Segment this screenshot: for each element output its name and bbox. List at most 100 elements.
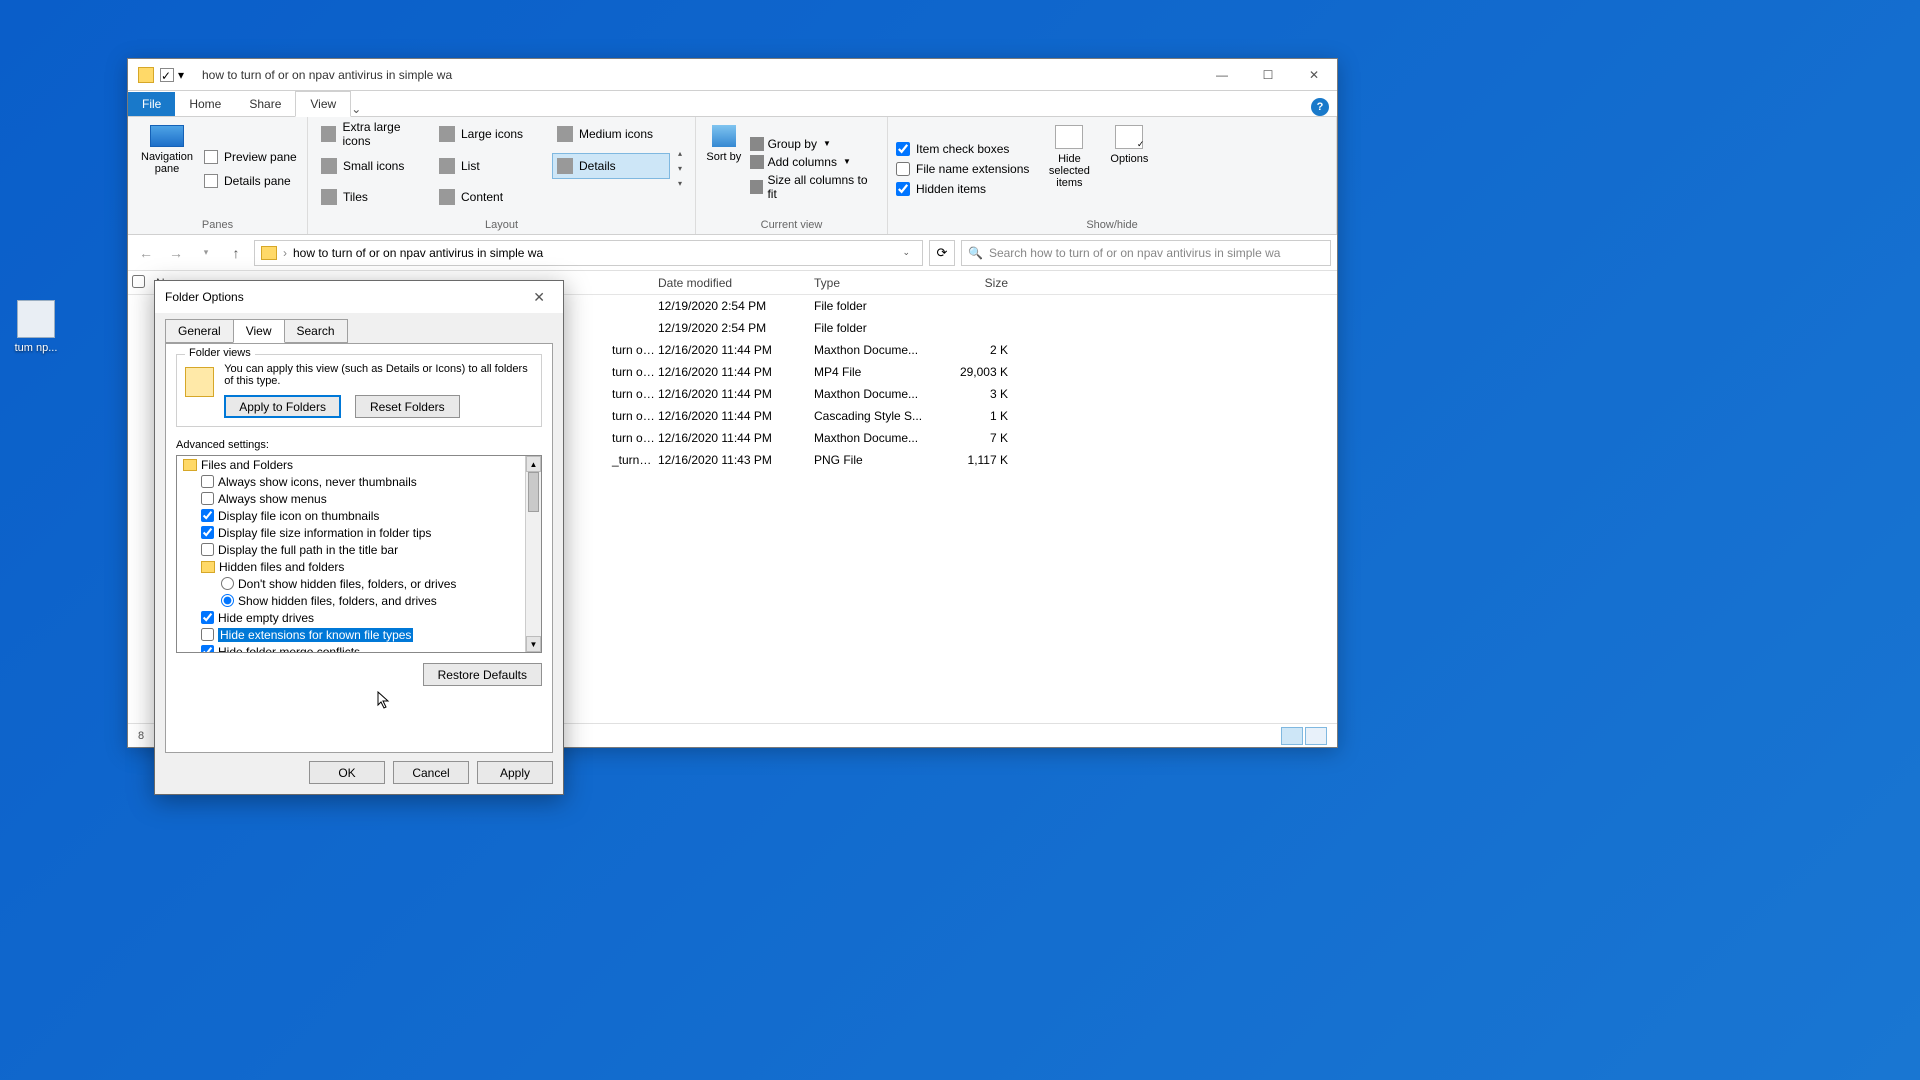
scroll-up-icon[interactable]: ▲ xyxy=(526,456,541,472)
tab-home[interactable]: Home xyxy=(175,92,235,116)
advanced-settings-label: Advanced settings: xyxy=(176,439,542,451)
col-type-header[interactable]: Type xyxy=(814,276,942,290)
tree-scrollbar[interactable]: ▲ ▼ xyxy=(525,456,541,652)
dialog-tab-search[interactable]: Search xyxy=(284,319,348,343)
nav-recent-dropdown[interactable]: ▾ xyxy=(194,241,218,265)
details-pane-button[interactable]: Details pane xyxy=(204,174,297,188)
maximize-button[interactable] xyxy=(1245,59,1291,91)
address-input[interactable]: › how to turn of or on npav antivirus in… xyxy=(254,240,923,266)
ribbon-view: Navigation pane Preview pane Details pan… xyxy=(128,117,1337,235)
quick-access-save-icon[interactable]: ✓ xyxy=(160,68,174,82)
layout-extra-large-icons[interactable]: Extra large icons xyxy=(316,121,434,147)
layout-list[interactable]: List xyxy=(434,153,552,179)
shortcut-icon xyxy=(17,300,55,338)
add-columns-button[interactable]: Add columns▼ xyxy=(750,155,879,169)
dialog-tab-view[interactable]: View xyxy=(233,319,285,343)
medium-icons-icon xyxy=(557,126,573,142)
layout-medium-icons[interactable]: Medium icons xyxy=(552,121,670,147)
tree-item[interactable]: Display the full path in the title bar xyxy=(177,541,541,558)
nav-up-button[interactable]: ↑ xyxy=(224,241,248,265)
layout-more-icon[interactable]: ▾ xyxy=(678,179,682,188)
folder-options-dialog: Folder Options ✕ General View Search Fol… xyxy=(154,280,564,795)
shortcut-label: tum np... xyxy=(6,342,66,354)
dialog-tabs: General View Search xyxy=(155,313,563,343)
refresh-button[interactable]: ⟳ xyxy=(929,240,955,266)
ok-button[interactable]: OK xyxy=(309,761,385,784)
address-folder-icon xyxy=(261,246,277,260)
layout-details[interactable]: Details xyxy=(552,153,670,179)
address-bar: ← → ▾ ↑ › how to turn of or on npav anti… xyxy=(128,235,1337,271)
layout-scroll-up-icon[interactable]: ▴ xyxy=(678,149,682,158)
navigation-pane-button[interactable]: Navigation pane xyxy=(136,121,198,216)
quick-access-dropdown-icon[interactable]: ▾ xyxy=(178,68,192,82)
extra-large-icons-icon xyxy=(321,126,336,142)
view-thumbnails-toggle[interactable] xyxy=(1305,727,1327,745)
cancel-button[interactable]: Cancel xyxy=(393,761,469,784)
layout-scroll-down-icon[interactable]: ▾ xyxy=(678,164,682,173)
advanced-settings-tree[interactable]: Files and Folders Always show icons, nev… xyxy=(176,455,542,653)
col-size-header[interactable]: Size xyxy=(942,276,1016,290)
tree-radio-item[interactable]: Show hidden files, folders, and drives xyxy=(177,592,541,609)
nav-forward-button[interactable]: → xyxy=(164,241,188,265)
content-icon xyxy=(439,189,455,205)
breadcrumb-segment[interactable]: how to turn of or on npav antivirus in s… xyxy=(293,246,543,260)
dialog-close-button[interactable]: ✕ xyxy=(525,285,553,310)
reset-folders-button[interactable]: Reset Folders xyxy=(355,395,460,418)
group-by-button[interactable]: Group by▼ xyxy=(750,137,879,151)
hidden-items-toggle[interactable]: Hidden items xyxy=(896,182,1029,196)
dialog-tab-general[interactable]: General xyxy=(165,319,234,343)
options-icon: ✓ xyxy=(1115,125,1143,149)
tree-item-selected[interactable]: Hide extensions for known file types xyxy=(177,626,541,643)
dialog-titlebar: Folder Options ✕ xyxy=(155,281,563,313)
apply-button[interactable]: Apply xyxy=(477,761,553,784)
tree-item[interactable]: Hide folder merge conflicts xyxy=(177,643,541,653)
details-icon xyxy=(557,158,573,174)
tab-view[interactable]: View xyxy=(295,91,351,117)
size-columns-button[interactable]: Size all columns to fit xyxy=(750,173,879,201)
ribbon-collapse-icon[interactable]: ⌄ xyxy=(351,102,361,116)
sort-by-button[interactable]: Sort by xyxy=(704,121,744,216)
item-count: 8 xyxy=(138,730,144,742)
tree-item[interactable]: Hide empty drives xyxy=(177,609,541,626)
minimize-button[interactable] xyxy=(1199,59,1245,91)
col-date-header[interactable]: Date modified xyxy=(658,276,814,290)
folder-views-legend: Folder views xyxy=(185,347,255,359)
details-pane-icon xyxy=(204,174,218,188)
address-dropdown-icon[interactable]: ⌄ xyxy=(902,247,910,258)
apply-to-folders-button[interactable]: Apply to Folders xyxy=(224,395,341,418)
desktop-shortcut[interactable]: tum np... xyxy=(6,300,66,354)
preview-pane-button[interactable]: Preview pane xyxy=(204,150,297,164)
nav-back-button[interactable]: ← xyxy=(134,241,158,265)
folder-views-icon xyxy=(185,367,214,397)
tree-item[interactable]: Display file size information in folder … xyxy=(177,524,541,541)
tree-item[interactable]: Display file icon on thumbnails xyxy=(177,507,541,524)
size-columns-icon xyxy=(750,180,764,194)
select-all-checkbox[interactable] xyxy=(132,275,145,288)
close-button[interactable] xyxy=(1291,59,1337,91)
tree-folder-icon xyxy=(201,561,215,573)
view-details-toggle[interactable] xyxy=(1281,727,1303,745)
help-icon[interactable]: ? xyxy=(1311,98,1329,116)
layout-content[interactable]: Content xyxy=(434,184,552,210)
tab-share[interactable]: Share xyxy=(235,92,295,116)
layout-large-icons[interactable]: Large icons xyxy=(434,121,552,147)
tree-item[interactable]: Always show menus xyxy=(177,490,541,507)
layout-tiles[interactable]: Tiles xyxy=(316,184,434,210)
breadcrumb-sep-icon[interactable]: › xyxy=(283,246,287,260)
item-check-boxes-toggle[interactable]: Item check boxes xyxy=(896,142,1029,156)
hide-selected-items-button[interactable]: Hide selected items xyxy=(1039,121,1099,216)
tree-folder-icon xyxy=(183,459,197,471)
tree-radio-item[interactable]: Don't show hidden files, folders, or dri… xyxy=(177,575,541,592)
options-button[interactable]: ✓ Options xyxy=(1099,121,1159,216)
tree-item[interactable]: Always show icons, never thumbnails xyxy=(177,473,541,490)
tab-file[interactable]: File xyxy=(128,92,175,116)
file-name-extensions-toggle[interactable]: File name extensions xyxy=(896,162,1029,176)
small-icons-icon xyxy=(321,158,337,174)
layout-small-icons[interactable]: Small icons xyxy=(316,153,434,179)
dialog-title: Folder Options xyxy=(165,290,244,304)
scroll-thumb[interactable] xyxy=(528,472,539,512)
restore-defaults-button[interactable]: Restore Defaults xyxy=(423,663,542,686)
search-input[interactable]: 🔍 Search how to turn of or on npav antiv… xyxy=(961,240,1331,266)
preview-pane-icon xyxy=(204,150,218,164)
scroll-down-icon[interactable]: ▼ xyxy=(526,636,541,652)
